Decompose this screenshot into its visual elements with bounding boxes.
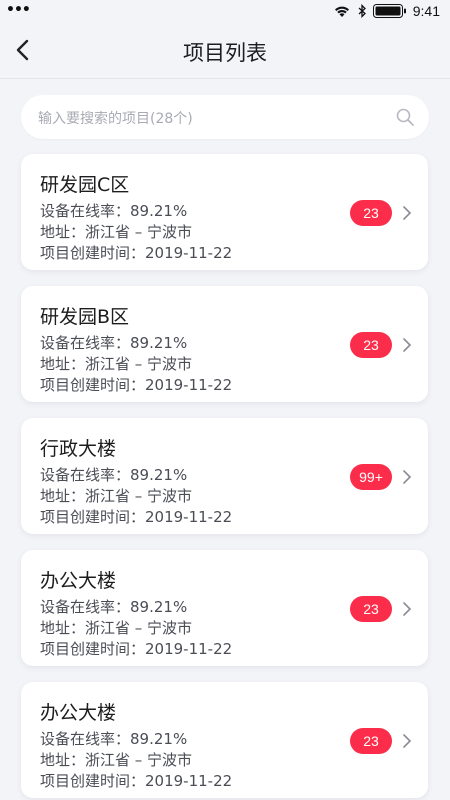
- project-card[interactable]: 办公大楼 设备在线率：89.21% 地址：浙江省 – 宁波市 项目创建时间：20…: [21, 682, 428, 798]
- online-rate: 设备在线率：89.21%: [40, 730, 188, 748]
- wifi-icon: [334, 6, 349, 17]
- project-address: 地址：浙江省 – 宁波市: [40, 751, 193, 769]
- project-address: 地址：浙江省 – 宁波市: [40, 619, 193, 637]
- project-created-time: 项目创建时间：2019-11-22: [40, 376, 233, 394]
- project-card[interactable]: 办公大楼 设备在线率：89.21% 地址：浙江省 – 宁波市 项目创建时间：20…: [21, 550, 428, 666]
- project-address: 地址：浙江省 – 宁波市: [40, 223, 193, 241]
- project-name: 研发园B区: [40, 306, 130, 328]
- status-right: 9:41: [333, 3, 440, 19]
- count-badge: 99+: [350, 464, 392, 490]
- bluetooth-icon: [358, 4, 366, 18]
- chevron-right-icon[interactable]: [402, 337, 412, 353]
- project-address: 地址：浙江省 – 宁波市: [40, 355, 193, 373]
- project-address: 地址：浙江省 – 宁波市: [40, 487, 193, 505]
- chevron-right-icon[interactable]: [402, 205, 412, 221]
- page-title: 项目列表: [183, 41, 267, 65]
- online-rate: 设备在线率：89.21%: [40, 466, 188, 484]
- chevron-right-icon[interactable]: [402, 601, 412, 617]
- signal-dots-icon: •••: [6, 2, 31, 18]
- project-name: 办公大楼: [40, 570, 117, 592]
- online-rate: 设备在线率：89.21%: [40, 334, 188, 352]
- project-created-time: 项目创建时间：2019-11-22: [40, 244, 233, 262]
- project-card[interactable]: 研发园C区 设备在线率：89.21% 地址：浙江省 – 宁波市 项目创建时间：2…: [21, 154, 428, 270]
- count-badge: 23: [350, 596, 392, 622]
- project-created-time: 项目创建时间：2019-11-22: [40, 640, 233, 658]
- search-input[interactable]: 输入要搜索的项目(28个): [21, 95, 429, 139]
- project-card[interactable]: 行政大楼 设备在线率：89.21% 地址：浙江省 – 宁波市 项目创建时间：20…: [21, 418, 428, 534]
- count-badge: 23: [350, 728, 392, 754]
- status-bar: ••• 9:41: [0, 0, 450, 24]
- chevron-right-icon[interactable]: [402, 469, 412, 485]
- search-placeholder: 输入要搜索的项目(28个): [38, 111, 193, 127]
- count-badge: 23: [350, 332, 392, 358]
- project-name: 办公大楼: [40, 702, 117, 724]
- count-badge: 23: [350, 200, 392, 226]
- status-time: 9:41: [412, 3, 440, 19]
- battery-icon: [372, 4, 406, 18]
- online-rate: 设备在线率：89.21%: [40, 202, 188, 220]
- project-created-time: 项目创建时间：2019-11-22: [40, 772, 233, 790]
- project-name: 行政大楼: [40, 438, 117, 460]
- project-card[interactable]: 研发园B区 设备在线率：89.21% 地址：浙江省 – 宁波市 项目创建时间：2…: [21, 286, 428, 402]
- nav-bar: 项目列表: [0, 24, 450, 79]
- search-icon[interactable]: [395, 107, 415, 127]
- project-created-time: 项目创建时间：2019-11-22: [40, 508, 233, 526]
- chevron-right-icon[interactable]: [402, 733, 412, 749]
- online-rate: 设备在线率：89.21%: [40, 598, 188, 616]
- project-name: 研发园C区: [40, 174, 130, 196]
